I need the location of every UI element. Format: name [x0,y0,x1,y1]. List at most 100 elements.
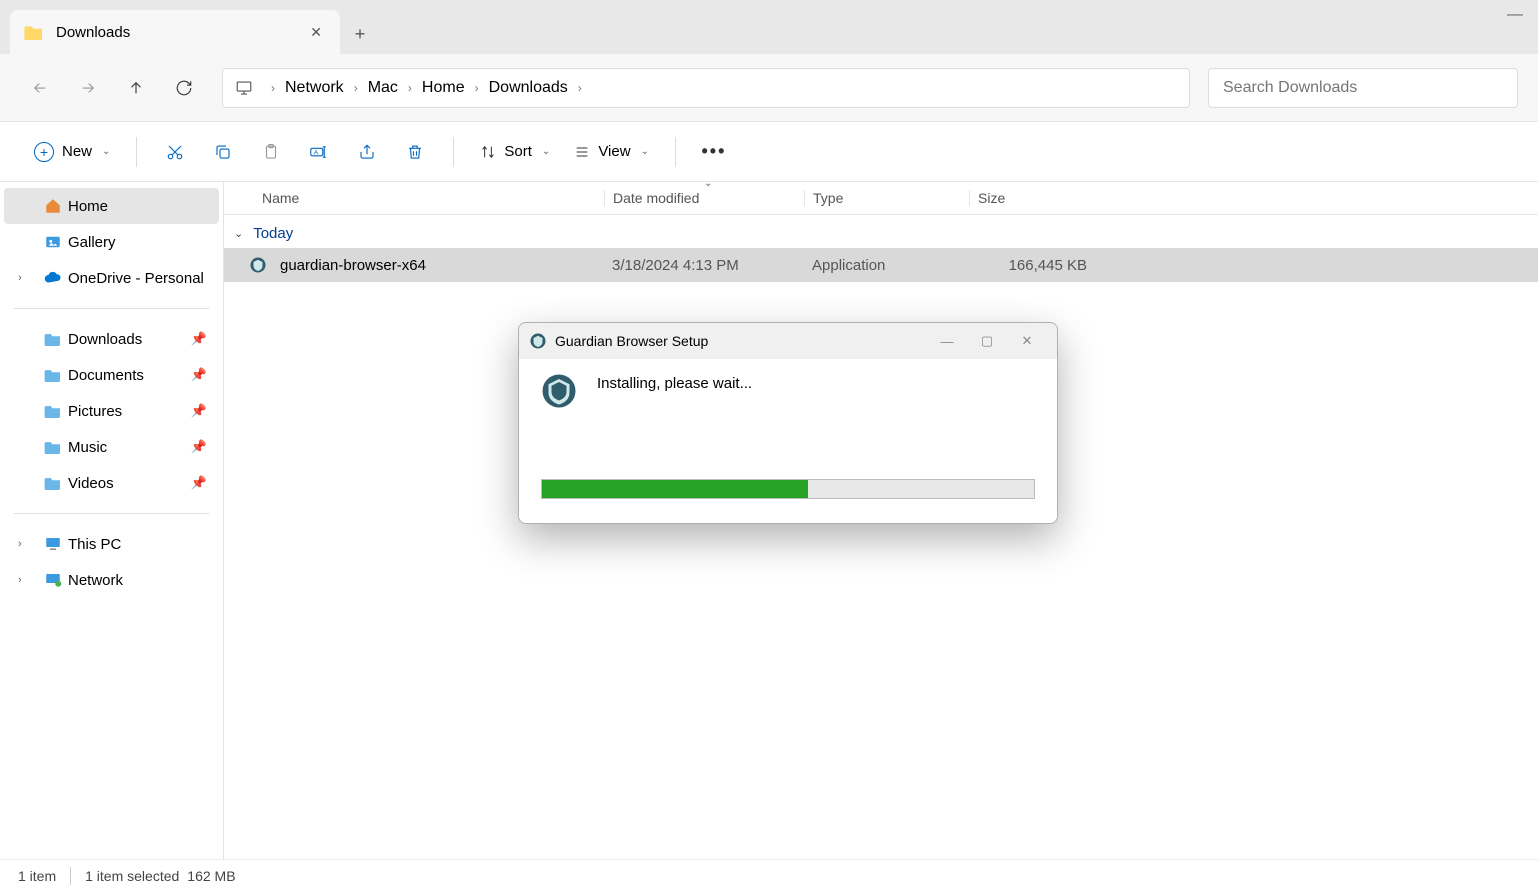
view-button[interactable]: View ⌄ [564,137,659,166]
share-button[interactable] [345,132,389,172]
cloud-icon [44,269,62,287]
installer-dialog: Guardian Browser Setup — ▢ ✕ Installing,… [518,322,1058,524]
delete-button[interactable] [393,132,437,172]
sidebar-label: Videos [68,475,114,492]
gallery-icon [44,233,62,251]
window-controls: — [1492,0,1538,30]
chevron-right-icon: › [354,81,358,95]
home-icon [44,197,62,215]
divider [14,513,209,514]
back-button[interactable] [20,68,60,108]
dialog-close-button: ✕ [1007,333,1047,349]
sidebar-label: This PC [68,536,121,553]
svg-text:A: A [314,149,319,156]
group-label: Today [253,225,293,242]
chevron-right-icon: › [475,81,479,95]
sort-label: Sort [504,143,532,160]
folder-icon [24,24,44,40]
navigation-toolbar: › Network › Mac › Home › Downloads › [0,54,1538,122]
sidebar-item-pictures[interactable]: Pictures 📌 [4,393,219,429]
pin-icon: 📌 [191,403,207,419]
sidebar-item-downloads[interactable]: Downloads 📌 [4,321,219,357]
chevron-down-icon: ⌄ [641,146,649,157]
refresh-button[interactable] [164,68,204,108]
tab-title: Downloads [56,24,306,41]
group-header-today[interactable]: ⌄ Today [224,215,1538,248]
new-button[interactable]: + New ⌄ [24,136,120,168]
folder-icon [44,438,62,456]
column-headers: ⌄ Name Date modified Type Size [224,182,1538,215]
app-icon [246,256,270,274]
pin-icon: 📌 [191,367,207,383]
sidebar-item-network[interactable]: › Network [4,562,219,598]
search-input[interactable] [1223,79,1503,97]
up-button[interactable] [116,68,156,108]
sidebar-item-gallery[interactable]: Gallery [4,224,219,260]
chevron-right-icon: › [18,574,22,586]
file-size: 166,445 KB [977,257,1087,274]
column-header-type[interactable]: Type [804,190,969,206]
chevron-down-icon: ⌄ [234,227,243,240]
sidebar-label: Music [68,439,107,456]
breadcrumb-item[interactable]: Downloads [489,79,568,97]
window-titlebar: Downloads ✕ + — [0,0,1538,54]
separator [70,867,71,885]
sort-button[interactable]: Sort ⌄ [470,137,560,166]
separator [136,137,137,167]
folder-icon [44,330,62,348]
status-bar: 1 item 1 item selected 162 MB [0,859,1538,891]
column-header-date[interactable]: Date modified [604,190,804,206]
chevron-down-icon: ⌄ [102,146,110,157]
dialog-title: Guardian Browser Setup [555,333,927,349]
sidebar-label: Home [68,198,108,215]
dialog-maximize-button: ▢ [967,333,1007,349]
tab-close-button[interactable]: ✕ [306,20,326,45]
chevron-down-icon: ⌄ [542,146,550,157]
sidebar: Home Gallery › OneDrive - Personal Downl… [0,182,224,859]
search-box[interactable] [1208,68,1518,108]
shield-icon [541,373,577,409]
breadcrumb[interactable]: › Network › Mac › Home › Downloads › [222,68,1190,108]
divider [14,308,209,309]
chevron-right-icon: › [18,272,22,284]
status-item-count: 1 item [18,868,56,884]
tab-downloads[interactable]: Downloads ✕ [10,10,340,54]
paste-button[interactable] [249,132,293,172]
dialog-minimize-button[interactable]: — [927,334,967,349]
dialog-titlebar[interactable]: Guardian Browser Setup — ▢ ✕ [519,323,1057,359]
dialog-message: Installing, please wait... [597,373,752,392]
breadcrumb-item[interactable]: Mac [368,79,398,97]
chevron-right-icon: › [578,81,582,95]
sidebar-item-thispc[interactable]: › This PC [4,526,219,562]
sidebar-item-documents[interactable]: Documents 📌 [4,357,219,393]
new-tab-button[interactable]: + [340,14,380,54]
sidebar-item-home[interactable]: Home [4,188,219,224]
pin-icon: 📌 [191,439,207,455]
folder-icon [44,474,62,492]
copy-button[interactable] [201,132,245,172]
separator [453,137,454,167]
minimize-button[interactable]: — [1492,0,1538,30]
sort-indicator-icon: ⌄ [704,182,712,189]
more-button[interactable]: ••• [692,132,736,172]
sidebar-item-music[interactable]: Music 📌 [4,429,219,465]
breadcrumb-item[interactable]: Home [422,79,465,97]
cut-button[interactable] [153,132,197,172]
sidebar-label: Gallery [68,234,116,251]
sidebar-label: OneDrive - Personal [68,270,204,287]
view-label: View [598,143,630,160]
dialog-body: Installing, please wait... [519,359,1057,523]
folder-icon [44,402,62,420]
separator [675,137,676,167]
breadcrumb-item[interactable]: Network [285,79,344,97]
file-row[interactable]: guardian-browser-x64 3/18/2024 4:13 PM A… [224,248,1538,282]
action-toolbar: + New ⌄ A Sort ⌄ View ⌄ ••• [0,122,1538,182]
sidebar-item-onedrive[interactable]: › OneDrive - Personal [4,260,219,296]
sidebar-item-videos[interactable]: Videos 📌 [4,465,219,501]
column-header-name[interactable]: Name [254,190,604,206]
file-date: 3/18/2024 4:13 PM [612,257,812,274]
column-header-size[interactable]: Size [969,190,1079,206]
network-icon [44,571,62,589]
file-type: Application [812,257,977,274]
rename-button[interactable]: A [297,132,341,172]
